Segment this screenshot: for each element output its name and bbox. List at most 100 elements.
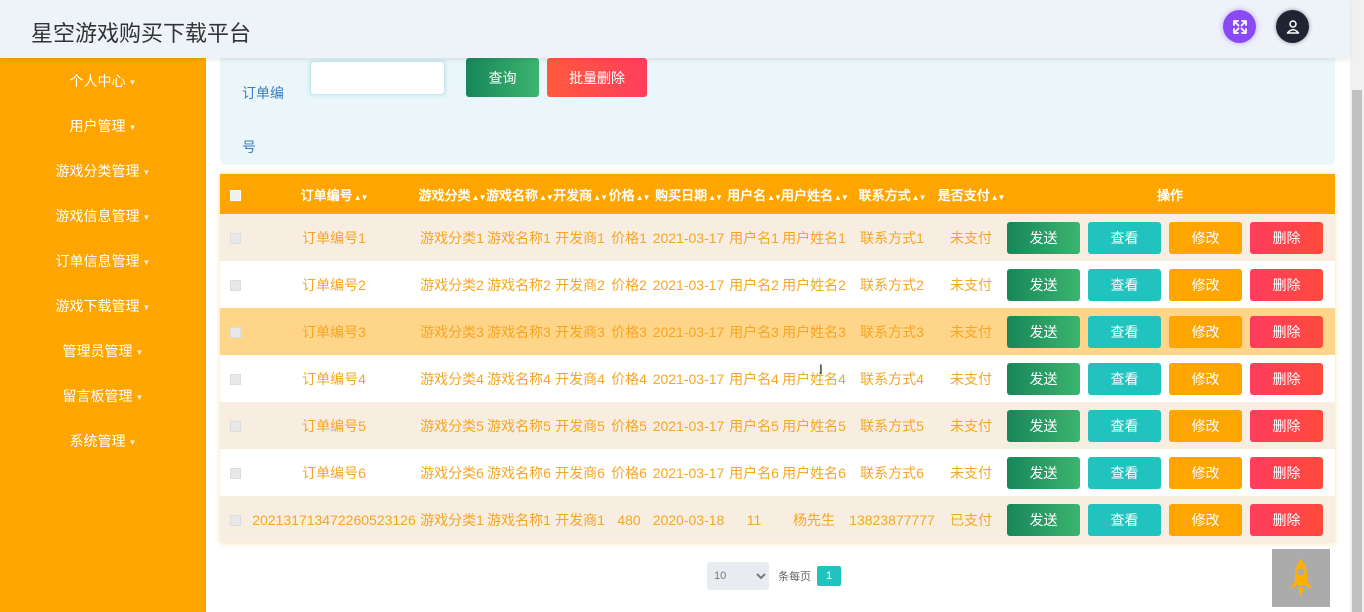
caret-down-icon: ▼ xyxy=(142,167,151,177)
row-checkbox[interactable] xyxy=(229,327,241,339)
main-content: 订单编号 查询 批量删除 订单编号▲▼ 游戏分类▲▼ 游戏名称▲▼ 开发商▲▼ … xyxy=(206,58,1350,612)
contact-cell: 联系方式6 xyxy=(860,464,924,481)
order-number-cell: 订单编号4 xyxy=(302,370,366,387)
purchase-date-cell: 2021-03-17 xyxy=(652,323,725,340)
delete-button[interactable]: 删除 xyxy=(1250,409,1323,442)
sort-icon: ▲▼ xyxy=(911,192,927,202)
developer-cell: 开发商5 xyxy=(555,417,605,434)
price-cell: 价格6 xyxy=(611,464,647,481)
delete-button[interactable]: 删除 xyxy=(1250,315,1323,348)
order-number-cell: 订单编号2 xyxy=(302,276,366,293)
delete-button[interactable]: 删除 xyxy=(1250,503,1323,536)
edit-button[interactable]: 修改 xyxy=(1169,315,1242,348)
send-button[interactable]: 发送 xyxy=(1007,503,1080,536)
edit-button[interactable]: 修改 xyxy=(1169,456,1242,489)
row-checkbox[interactable] xyxy=(229,468,241,480)
back-to-top-button[interactable] xyxy=(1272,549,1330,607)
column-header[interactable]: 联系方式▲▼ xyxy=(847,174,937,214)
send-button[interactable]: 发送 xyxy=(1007,268,1080,301)
column-header[interactable]: 订单编号▲▼ xyxy=(250,174,418,214)
purchase-date-cell: 2021-03-17 xyxy=(652,276,725,293)
user-avatar-button[interactable] xyxy=(1276,10,1309,43)
edit-button[interactable]: 修改 xyxy=(1169,268,1242,301)
sidebar-item-user-management[interactable]: 用户管理 ▼ xyxy=(0,116,206,136)
send-button[interactable]: 发送 xyxy=(1007,221,1080,254)
scrollbar-thumb[interactable] xyxy=(1352,90,1362,612)
column-header[interactable]: 游戏名称▲▼ xyxy=(486,174,554,214)
purchase-date-cell: 2021-03-17 xyxy=(652,417,725,434)
edit-button[interactable]: 修改 xyxy=(1169,362,1242,395)
delete-button[interactable]: 删除 xyxy=(1250,456,1323,489)
fullscreen-button[interactable] xyxy=(1223,10,1256,43)
price-cell: 价格3 xyxy=(611,323,647,340)
game-name-cell: 游戏名称1 xyxy=(487,229,551,246)
row-checkbox[interactable] xyxy=(229,280,241,292)
payment-status-cell: 未支付 xyxy=(950,370,992,387)
view-button[interactable]: 查看 xyxy=(1088,409,1161,442)
send-button[interactable]: 发送 xyxy=(1007,456,1080,489)
view-button[interactable]: 查看 xyxy=(1088,362,1161,395)
payment-status-cell: 未支付 xyxy=(950,417,992,434)
column-header[interactable]: 价格▲▼ xyxy=(608,174,651,214)
pagination: 10 条每页 1 xyxy=(707,562,841,590)
developer-cell: 开发商1 xyxy=(555,229,605,246)
order-number-search-input[interactable] xyxy=(310,61,445,95)
sidebar-item-game-download-management[interactable]: 游戏下载管理 ▼ xyxy=(0,296,206,316)
view-button[interactable]: 查看 xyxy=(1088,503,1161,536)
sidebar-item-admin-management[interactable]: 管理员管理 ▼ xyxy=(0,341,206,361)
vertical-scrollbar[interactable] xyxy=(1350,0,1364,612)
sidebar-item-message-board-management[interactable]: 留言板管理 ▼ xyxy=(0,386,206,406)
contact-cell: 13823877777 xyxy=(849,511,935,528)
game-category-cell: 游戏分类6 xyxy=(420,464,484,481)
fullscreen-icon xyxy=(1232,19,1247,34)
payment-status-cell: 未支付 xyxy=(950,323,992,340)
sort-icon: ▲▼ xyxy=(834,192,849,202)
per-page-label: 条每页 xyxy=(778,571,811,583)
column-header[interactable]: 购买日期▲▼ xyxy=(650,174,727,214)
order-number-label: 订单编号 xyxy=(242,85,284,155)
send-button[interactable]: 发送 xyxy=(1007,315,1080,348)
column-header[interactable]: 开发商▲▼ xyxy=(552,174,608,214)
row-checkbox[interactable] xyxy=(229,374,241,386)
page-number-1[interactable]: 1 xyxy=(817,566,841,586)
row-checkbox[interactable] xyxy=(229,421,241,433)
sidebar-item-order-info-management[interactable]: 订单信息管理 ▼ xyxy=(0,251,206,271)
column-header[interactable]: 用户名▲▼ xyxy=(727,174,782,214)
view-button[interactable]: 查看 xyxy=(1088,268,1161,301)
column-header[interactable]: 是否支付▲▼ xyxy=(937,174,1006,214)
sidebar-item-personal-center[interactable]: 个人中心 ▼ xyxy=(0,71,206,91)
view-button[interactable]: 查看 xyxy=(1088,315,1161,348)
send-button[interactable]: 发送 xyxy=(1007,362,1080,395)
edit-button[interactable]: 修改 xyxy=(1169,503,1242,536)
row-checkbox[interactable] xyxy=(229,515,241,527)
sort-icon: ▲▼ xyxy=(767,192,782,202)
sidebar-item-game-info-management[interactable]: 游戏信息管理 ▼ xyxy=(0,206,206,226)
column-header[interactable]: 游戏分类▲▼ xyxy=(418,174,487,214)
game-category-cell: 游戏分类5 xyxy=(420,417,484,434)
username-cell: 用户名5 xyxy=(729,417,779,434)
game-category-cell: 游戏分类2 xyxy=(420,276,484,293)
contact-cell: 联系方式2 xyxy=(860,276,924,293)
sort-icon: ▲▼ xyxy=(708,192,723,202)
select-all-checkbox[interactable] xyxy=(229,189,241,201)
column-header[interactable]: 用户姓名▲▼ xyxy=(781,174,849,214)
user-fullname-cell: 杨先生 xyxy=(793,511,835,528)
send-button[interactable]: 发送 xyxy=(1007,409,1080,442)
table-row: 订单编号4 游戏分类4 游戏名称4 开发商4 价格4 2021-03-17 用户名4 用户姓名… xyxy=(220,355,1335,402)
row-checkbox[interactable] xyxy=(229,233,241,245)
page-size-select[interactable]: 10 xyxy=(707,562,769,590)
sidebar-item-system-management[interactable]: 系统管理 ▼ xyxy=(0,431,206,451)
payment-status-cell: 未支付 xyxy=(950,276,992,293)
delete-button[interactable]: 删除 xyxy=(1250,268,1323,301)
edit-button[interactable]: 修改 xyxy=(1169,221,1242,254)
game-category-cell: 游戏分类4 xyxy=(420,370,484,387)
caret-down-icon: ▼ xyxy=(128,122,137,132)
view-button[interactable]: 查看 xyxy=(1088,221,1161,254)
delete-button[interactable]: 删除 xyxy=(1250,362,1323,395)
view-button[interactable]: 查看 xyxy=(1088,456,1161,489)
query-button[interactable]: 查询 xyxy=(466,58,539,97)
batch-delete-button[interactable]: 批量删除 xyxy=(547,58,647,97)
delete-button[interactable]: 删除 xyxy=(1250,221,1323,254)
sidebar-item-game-category-management[interactable]: 游戏分类管理 ▼ xyxy=(0,161,206,181)
edit-button[interactable]: 修改 xyxy=(1169,409,1242,442)
